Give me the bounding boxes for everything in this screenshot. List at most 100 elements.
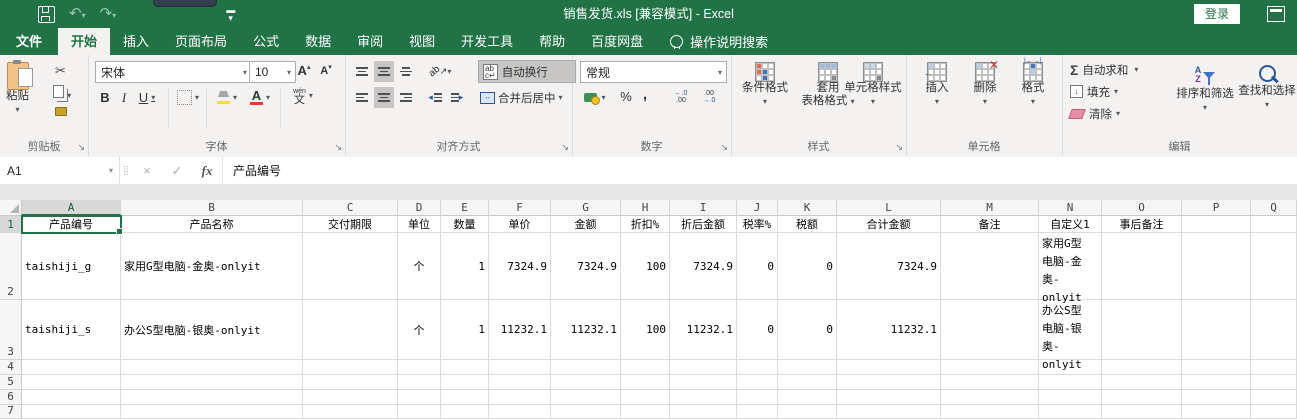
- cell-P4[interactable]: [1182, 360, 1251, 375]
- tab-baidu-netdisk[interactable]: 百度网盘: [578, 28, 656, 55]
- cell-H7[interactable]: [621, 405, 670, 419]
- cell-N1[interactable]: 自定义1: [1039, 216, 1102, 233]
- name-box[interactable]: A1 ▾: [0, 157, 120, 184]
- format-cells-button[interactable]: |←→| 格式 ▾: [1012, 62, 1054, 108]
- cell-O3[interactable]: [1102, 300, 1182, 360]
- tell-me-search[interactable]: 操作说明搜索: [670, 28, 768, 55]
- tab-insert[interactable]: 插入: [110, 28, 162, 55]
- tab-home[interactable]: 开始: [58, 28, 110, 55]
- conditional-formatting-button[interactable]: 条件格式 ▾: [737, 62, 793, 108]
- name-box-dropdown-icon[interactable]: ▾: [109, 166, 119, 175]
- row-header-3[interactable]: 3: [0, 300, 22, 360]
- cell-I6[interactable]: [670, 390, 737, 405]
- delete-cells-button[interactable]: ✕ 删除 ▾: [964, 62, 1006, 108]
- cell-N7[interactable]: [1039, 405, 1102, 419]
- cell-Q4[interactable]: [1251, 360, 1297, 375]
- cell-F4[interactable]: [489, 360, 551, 375]
- cell-G6[interactable]: [551, 390, 621, 405]
- sort-filter-button[interactable]: AZ 排序和筛选 ▾: [1174, 62, 1236, 114]
- cell-C7[interactable]: [303, 405, 398, 419]
- cell-H2[interactable]: 100: [621, 233, 670, 300]
- cell-L4[interactable]: [837, 360, 941, 375]
- fill-color-button[interactable]: ▾: [212, 87, 242, 108]
- tab-data[interactable]: 数据: [292, 28, 344, 55]
- merge-center-button[interactable]: ↔ 合并后居中 ▾: [478, 87, 570, 108]
- align-left-button[interactable]: [352, 87, 372, 108]
- column-header-L[interactable]: L: [837, 200, 941, 216]
- cell-B3[interactable]: 办公S型电脑-银奥-onlyit: [121, 300, 303, 360]
- font-dialog-launcher-icon[interactable]: ↘: [334, 142, 342, 153]
- row-header-4[interactable]: 4: [0, 360, 22, 375]
- cell-B4[interactable]: [121, 360, 303, 375]
- cell-N5[interactable]: [1039, 375, 1102, 390]
- copy-button[interactable]: ▾: [53, 85, 71, 101]
- cell-M7[interactable]: [941, 405, 1039, 419]
- cell-A5[interactable]: [22, 375, 121, 390]
- align-top-button[interactable]: [352, 61, 372, 82]
- cell-G1[interactable]: 金额: [551, 216, 621, 233]
- cell-F6[interactable]: [489, 390, 551, 405]
- number-format-combo[interactable]: 常规▾: [580, 61, 727, 83]
- cell-G7[interactable]: [551, 405, 621, 419]
- cell-M5[interactable]: [941, 375, 1039, 390]
- increase-indent-button[interactable]: ▸: [447, 87, 467, 108]
- tab-view[interactable]: 视图: [396, 28, 448, 55]
- cell-H4[interactable]: [621, 360, 670, 375]
- cell-B5[interactable]: [121, 375, 303, 390]
- cell-M4[interactable]: [941, 360, 1039, 375]
- cell-P3[interactable]: [1182, 300, 1251, 360]
- decrease-decimal-button[interactable]: .00→.0: [696, 86, 722, 107]
- column-header-A[interactable]: A: [22, 200, 121, 216]
- cell-J7[interactable]: [737, 405, 778, 419]
- paste-button[interactable]: 粘贴 ▾: [6, 62, 29, 116]
- confirm-entry-icon[interactable]: ✓: [162, 163, 192, 179]
- cell-A6[interactable]: [22, 390, 121, 405]
- cell-O6[interactable]: [1102, 390, 1182, 405]
- formula-input[interactable]: 产品编号: [222, 157, 1297, 184]
- ribbon-display-options-icon[interactable]: [1267, 6, 1285, 22]
- styles-dialog-launcher-icon[interactable]: ↘: [895, 142, 903, 153]
- cell-L1[interactable]: 合计金额: [837, 216, 941, 233]
- cell-O5[interactable]: [1102, 375, 1182, 390]
- column-header-F[interactable]: F: [489, 200, 551, 216]
- font-name-combo[interactable]: 宋体▾: [95, 61, 252, 83]
- cell-M1[interactable]: 备注: [941, 216, 1039, 233]
- cell-A3[interactable]: taishiji_s: [22, 300, 121, 360]
- cell-B7[interactable]: [121, 405, 303, 419]
- align-middle-button[interactable]: [374, 61, 394, 82]
- cell-D4[interactable]: [398, 360, 441, 375]
- cell-Q2[interactable]: [1251, 233, 1297, 300]
- cell-F1[interactable]: 单价: [489, 216, 551, 233]
- cell-L6[interactable]: [837, 390, 941, 405]
- cell-F3[interactable]: 11232.1: [489, 300, 551, 360]
- column-header-K[interactable]: K: [778, 200, 837, 216]
- cell-G3[interactable]: 11232.1: [551, 300, 621, 360]
- wrap-text-button[interactable]: abc↵ 自动换行: [478, 60, 576, 83]
- cell-I5[interactable]: [670, 375, 737, 390]
- cell-A7[interactable]: [22, 405, 121, 419]
- cell-O1[interactable]: 事后备注: [1102, 216, 1182, 233]
- cell-I2[interactable]: 7324.9: [670, 233, 737, 300]
- decrease-indent-button[interactable]: ◂: [425, 87, 445, 108]
- align-center-button[interactable]: [374, 87, 394, 108]
- phonetic-guide-button[interactable]: wén 文 ▾: [286, 85, 320, 106]
- cell-P1[interactable]: [1182, 216, 1251, 233]
- cell-J6[interactable]: [737, 390, 778, 405]
- cell-D1[interactable]: 单位: [398, 216, 441, 233]
- bold-button[interactable]: B: [96, 87, 114, 108]
- cell-J3[interactable]: 0: [737, 300, 778, 360]
- cell-C5[interactable]: [303, 375, 398, 390]
- tab-review[interactable]: 审阅: [344, 28, 396, 55]
- cut-button[interactable]: ✂: [55, 63, 66, 79]
- cell-D3[interactable]: 个: [398, 300, 441, 360]
- column-header-Q[interactable]: Q: [1251, 200, 1297, 216]
- row-header-6[interactable]: 6: [0, 390, 22, 405]
- column-header-E[interactable]: E: [441, 200, 489, 216]
- formula-bar-splitter[interactable]: ⣿: [120, 165, 132, 176]
- cell-K4[interactable]: [778, 360, 837, 375]
- redo-button[interactable]: ↷▾: [100, 0, 117, 28]
- column-header-P[interactable]: P: [1182, 200, 1251, 216]
- cell-G4[interactable]: [551, 360, 621, 375]
- cell-E7[interactable]: [441, 405, 489, 419]
- cell-I7[interactable]: [670, 405, 737, 419]
